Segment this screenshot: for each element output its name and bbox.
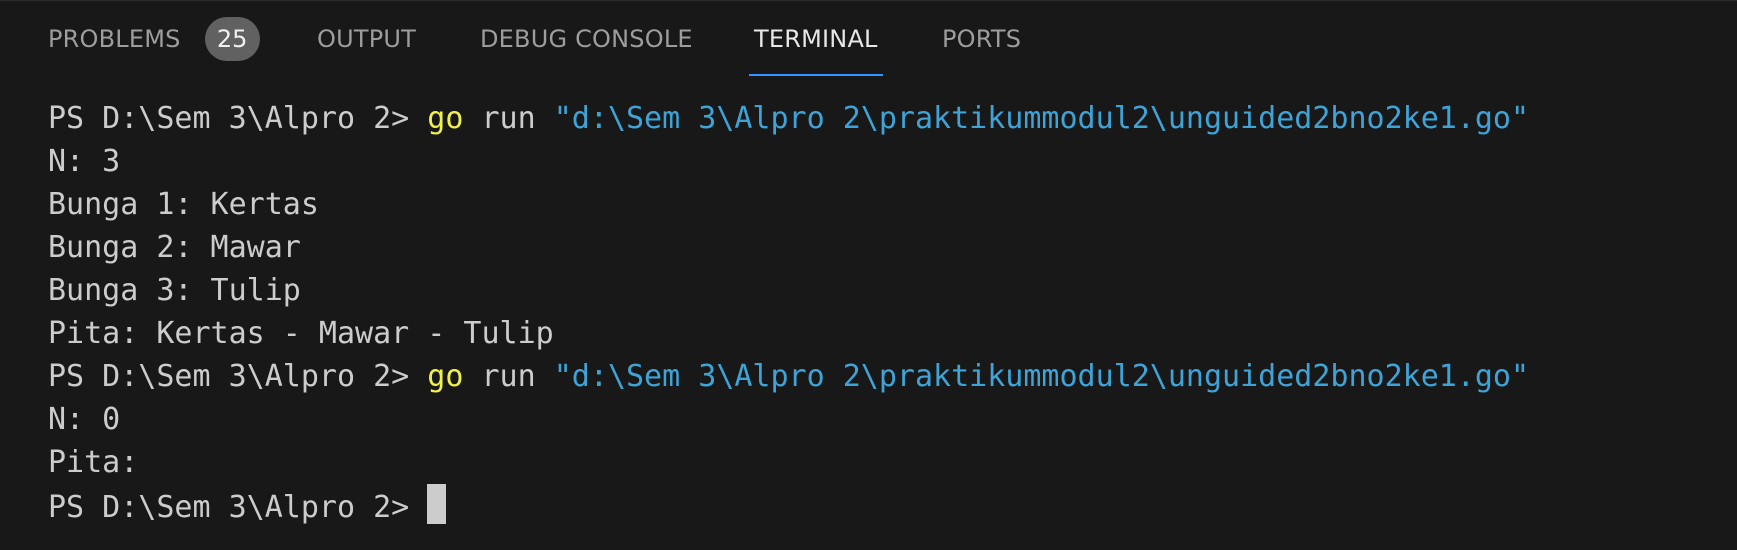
terminal-line: PS D:\Sem 3\Alpro 2> go run "d:\Sem 3\Al…	[48, 97, 1717, 140]
terminal-line: Pita: Kertas - Mawar - Tulip	[48, 316, 554, 351]
terminal-panel: PROBLEMS 25 OUTPUT DEBUG CONSOLE TERMINA…	[0, 0, 1737, 550]
terminal-input-line[interactable]: PS D:\Sem 3\Alpro 2>	[48, 484, 1717, 527]
terminal-command: go	[427, 359, 464, 394]
tab-output-label: OUTPUT	[317, 25, 417, 53]
tab-terminal[interactable]: TERMINAL	[749, 1, 883, 77]
terminal-line: PS D:\Sem 3\Alpro 2> go run "d:\Sem 3\Al…	[48, 355, 1717, 398]
tab-ports-label: PORTS	[942, 25, 1022, 53]
tab-ports[interactable]: PORTS	[942, 1, 1021, 77]
terminal-command-args: run	[463, 359, 554, 394]
tab-debug-console-label: DEBUG CONSOLE	[480, 25, 693, 53]
terminal-line: Bunga 1: Kertas	[48, 187, 319, 222]
problems-count-badge: 25	[204, 17, 260, 61]
terminal-line: N: 3	[48, 144, 121, 179]
terminal-prompt: PS D:\Sem 3\Alpro 2>	[48, 490, 428, 525]
terminal-prompt: PS D:\Sem 3\Alpro 2>	[48, 101, 428, 136]
terminal-output[interactable]: PS D:\Sem 3\Alpro 2> go run "d:\Sem 3\Al…	[48, 97, 1717, 527]
terminal-cursor	[427, 484, 447, 524]
tab-problems[interactable]: PROBLEMS 25	[48, 1, 260, 77]
terminal-line: Pita:	[48, 445, 139, 480]
tab-terminal-label: TERMINAL	[754, 25, 878, 53]
terminal-line: Bunga 2: Mawar	[48, 230, 301, 265]
tab-output[interactable]: OUTPUT	[317, 1, 416, 77]
terminal-command-args: run	[463, 101, 554, 136]
terminal-line: Bunga 3: Tulip	[48, 273, 301, 308]
tab-debug-console[interactable]: DEBUG CONSOLE	[480, 1, 693, 77]
terminal-command-path: "d:\Sem 3\Alpro 2\praktikummodul2\unguid…	[553, 359, 1530, 394]
terminal-line: N: 0	[48, 402, 121, 437]
terminal-command: go	[427, 101, 464, 136]
tab-problems-label: PROBLEMS	[48, 25, 181, 53]
terminal-command-path: "d:\Sem 3\Alpro 2\praktikummodul2\unguid…	[553, 101, 1530, 136]
terminal-prompt: PS D:\Sem 3\Alpro 2>	[48, 359, 428, 394]
active-tab-indicator	[749, 74, 883, 76]
panel-tab-bar: PROBLEMS 25 OUTPUT DEBUG CONSOLE TERMINA…	[0, 1, 1737, 77]
